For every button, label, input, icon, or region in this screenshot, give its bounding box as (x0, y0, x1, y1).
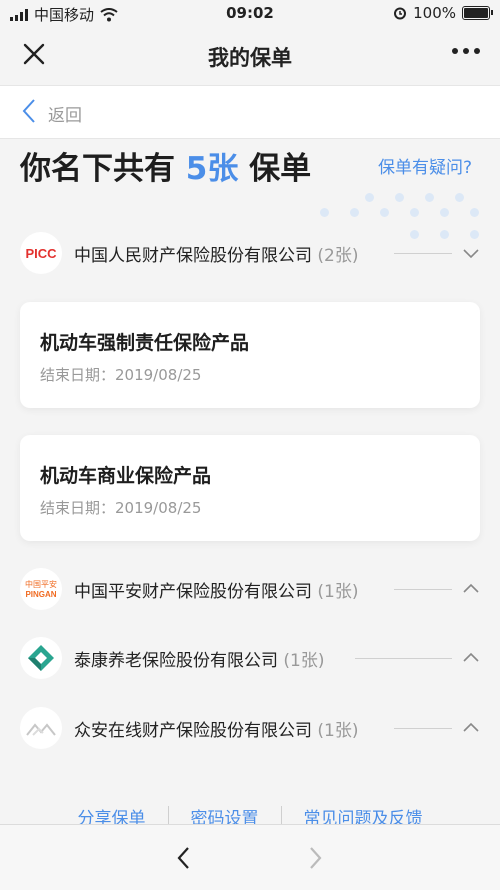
policy-end-date: 结束日期：2019/08/25 (40, 366, 202, 384)
company-name: 中国人民财产保险股份有限公司 (2张) (74, 245, 359, 266)
chevron-up-icon[interactable] (462, 652, 480, 664)
status-bar: 中国移动 09:02 100% (0, 0, 500, 28)
alarm-icon (394, 7, 407, 20)
back-label: 返回 (48, 106, 82, 126)
divider-line (394, 727, 452, 729)
taikang-logo (20, 637, 62, 679)
summary-prefix: 你名下共有 (20, 151, 175, 187)
company-row-picc[interactable]: PICC 中国人民财产保险股份有限公司 (2张) (0, 230, 500, 276)
policy-title: 机动车商业保险产品 (40, 465, 212, 487)
policy-summary: 你名下共有 5张 保单 (20, 143, 311, 188)
chevron-up-icon[interactable] (462, 722, 480, 734)
summary-suffix: 保单 (249, 151, 312, 187)
page-title: 我的保单 (208, 46, 292, 70)
status-right: 100% (393, 4, 493, 22)
svg-text:中国平安: 中国平安 (25, 579, 57, 589)
chevron-down-icon[interactable] (462, 247, 480, 259)
svg-text:PICC: PICC (25, 246, 57, 261)
policy-card[interactable]: 机动车强制责任保险产品 结束日期：2019/08/25 (20, 302, 480, 408)
policy-end-date: 结束日期：2019/08/25 (40, 499, 202, 517)
link-separator (280, 806, 282, 826)
link-separator (167, 806, 169, 826)
browser-toolbar (0, 824, 500, 890)
company-row-pingan[interactable]: 中国平安 PINGAN 中国平安财产保险股份有限公司 (1张) (0, 566, 500, 612)
back-bar[interactable]: 返回 (0, 85, 500, 139)
policy-count: 5张 (185, 151, 239, 187)
nav-bar: 我的保单 (0, 28, 500, 84)
divider-line (394, 252, 452, 254)
company-name: 泰康养老保险股份有限公司 (1张) (74, 650, 325, 671)
chevron-left-icon (22, 99, 35, 123)
divider-line (355, 657, 452, 659)
policy-card[interactable]: 机动车商业保险产品 结束日期：2019/08/25 (20, 435, 480, 541)
battery-percent: 100% (413, 4, 456, 22)
policy-title: 机动车强制责任保险产品 (40, 332, 250, 354)
company-name: 众安在线财产保险股份有限公司 (1张) (74, 720, 359, 741)
pingan-logo: 中国平安 PINGAN (20, 568, 62, 610)
company-name: 中国平安财产保险股份有限公司 (1张) (74, 581, 359, 602)
picc-logo: PICC (20, 232, 62, 274)
svg-text:PINGAN: PINGAN (25, 590, 56, 599)
policy-doubt-link[interactable]: 保单有疑问? (378, 153, 472, 178)
chevron-up-icon[interactable] (462, 583, 480, 595)
company-row-zhongan[interactable]: 众安在线财产保险股份有限公司 (1张) (0, 705, 500, 751)
browser-back-icon[interactable] (174, 845, 192, 871)
battery-icon (462, 6, 493, 20)
zhongan-logo (20, 707, 62, 749)
company-row-taikang[interactable]: 泰康养老保险股份有限公司 (1张) (0, 635, 500, 681)
more-icon[interactable] (452, 48, 480, 54)
divider-line (394, 588, 452, 590)
browser-forward-icon[interactable] (307, 845, 325, 871)
